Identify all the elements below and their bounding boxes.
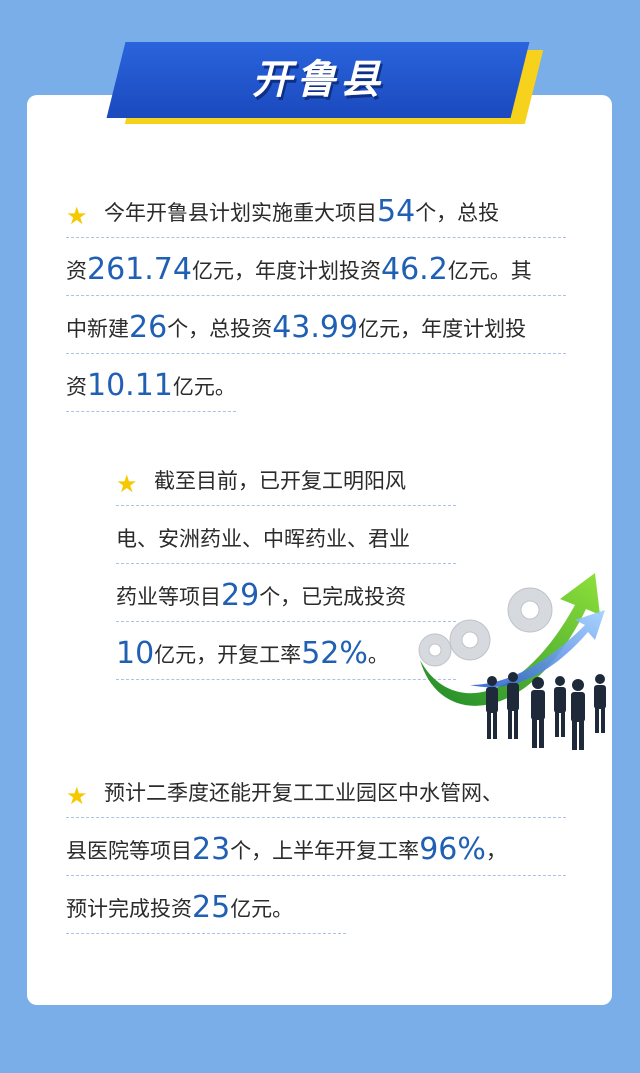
text-line: 药业等项目 29 个，已完成投资 xyxy=(116,564,456,622)
text-line: 资 10.11 亿元。 xyxy=(66,354,236,412)
text-segment: 截至目前，已开复工明阳风 xyxy=(154,469,406,493)
business-growth-arrow-icon xyxy=(418,573,606,750)
highlight-number: 26 xyxy=(129,310,168,345)
highlight-number: 54 xyxy=(377,194,416,229)
text-segment: 中新建 xyxy=(66,317,129,341)
text-segment: 亿元，年度计划投资 xyxy=(191,259,381,283)
text-line: ★ 截至目前，已开复工明阳风 xyxy=(116,448,456,506)
text-segment: 亿元，开复工率 xyxy=(154,643,302,667)
text-segment: 。 xyxy=(367,643,389,667)
text-segment: 资 xyxy=(66,259,87,283)
text-segment: 药业等项目 xyxy=(116,585,221,609)
highlight-number: 96% xyxy=(419,832,486,867)
text-line: ★ 预计二季度还能开复工工业园区中水管网、 xyxy=(66,760,566,818)
text-segment: 今年开鲁县计划实施重大项目 xyxy=(104,201,377,225)
star-icon: ★ xyxy=(66,782,88,810)
highlight-number: 25 xyxy=(192,890,231,925)
highlight-number: 10 xyxy=(116,636,155,671)
text-segment: 个，已完成投资 xyxy=(259,585,407,609)
text-segment: 亿元。 xyxy=(230,897,294,921)
highlight-number: 10.11 xyxy=(87,368,173,403)
text-segment: 个，总投 xyxy=(415,201,500,225)
text-segment: 亿元。其 xyxy=(447,259,532,283)
text-segment: 个，总投资 xyxy=(167,317,273,341)
highlight-number: 29 xyxy=(221,578,260,613)
gear-icon xyxy=(418,587,553,667)
title-banner: 开鲁县 xyxy=(106,42,544,126)
highlight-number: 23 xyxy=(192,832,231,867)
text-line: 电、安洲药业、中晖药业、君业 xyxy=(116,506,456,564)
text-segment: 个，上半年开复工率 xyxy=(230,839,420,863)
text-segment: 电、安洲药业、中晖药业、君业 xyxy=(116,527,410,551)
highlight-number: 261.74 xyxy=(87,252,192,287)
highlight-number: 43.99 xyxy=(272,310,359,345)
highlight-number: 52% xyxy=(301,636,368,671)
text-segment: 亿元。 xyxy=(172,375,236,399)
paragraph-resumed-projects: ★ 截至目前，已开复工明阳风 电、安洲药业、中晖药业、君业 药业等项目 29 个… xyxy=(116,448,456,680)
highlight-number: 46.2 xyxy=(380,252,448,287)
text-line: 资 261.74 亿元，年度计划投资 46.2 亿元。其 xyxy=(66,238,566,296)
text-line: 中新建 26 个，总投资 43.99 亿元，年度计划投 xyxy=(66,296,566,354)
text-segment: ， xyxy=(485,839,507,863)
text-line: 10 亿元，开复工率 52% 。 xyxy=(116,622,456,680)
paragraph-major-projects: ★ 今年开鲁县计划实施重大项目 54 个，总投 资 261.74 亿元，年度计划… xyxy=(66,180,566,412)
paragraph-second-quarter-plan: ★ 预计二季度还能开复工工业园区中水管网、 县医院等项目 23 个，上半年开复工… xyxy=(66,760,566,934)
text-line: ★ 今年开鲁县计划实施重大项目 54 个，总投 xyxy=(66,180,566,238)
star-icon: ★ xyxy=(66,202,88,230)
text-segment: 资 xyxy=(66,375,87,399)
text-segment: 县医院等项目 xyxy=(66,839,192,863)
text-line: 预计完成投资 25 亿元。 xyxy=(66,876,346,934)
text-line: 县医院等项目 23 个，上半年开复工率 96% ， xyxy=(66,818,566,876)
star-icon: ★ xyxy=(116,470,138,498)
page-title: 开鲁县 xyxy=(252,57,384,103)
text-segment: 预计完成投资 xyxy=(66,897,192,921)
text-segment: 亿元，年度计划投 xyxy=(358,317,527,341)
text-segment: 预计二季度还能开复工工业园区中水管网、 xyxy=(104,781,503,805)
